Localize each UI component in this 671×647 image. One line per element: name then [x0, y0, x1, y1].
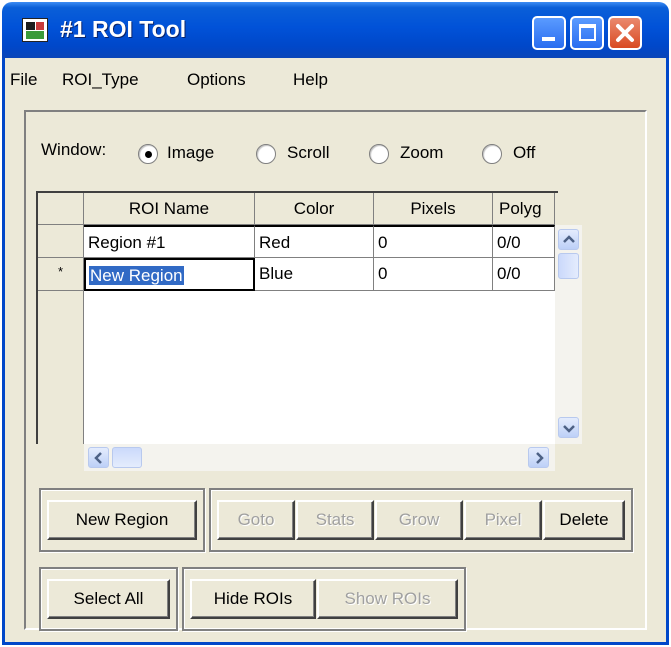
- row-header-2[interactable]: *: [38, 258, 84, 291]
- menu-file[interactable]: File: [10, 70, 37, 90]
- corner-header[interactable]: [38, 193, 84, 225]
- new-region-button[interactable]: New Region: [47, 500, 197, 540]
- scroll-right-button[interactable]: [528, 447, 549, 468]
- column-header-roi-name[interactable]: ROI Name: [84, 193, 255, 225]
- chevron-up-icon: [563, 235, 575, 243]
- vertical-scroll-thumb[interactable]: [558, 253, 579, 279]
- roi-tool-window: #1 ROI Tool File ROI_Type Options Help W…: [0, 0, 671, 647]
- menu-help[interactable]: Help: [293, 70, 328, 90]
- vertical-scrollbar[interactable]: [555, 225, 582, 444]
- radio-zoom[interactable]: [369, 144, 389, 164]
- minimize-icon: [542, 37, 555, 41]
- column-header-color[interactable]: Color: [255, 193, 374, 225]
- maximize-button[interactable]: [570, 16, 604, 50]
- cell-roi-name-editing[interactable]: New Region: [84, 258, 255, 291]
- menu-bar: File ROI_Type Options Help: [2, 58, 669, 100]
- radio-scroll[interactable]: [256, 144, 276, 164]
- window-title: #1 ROI Tool: [60, 16, 187, 42]
- close-button[interactable]: [608, 16, 642, 50]
- select-all-button[interactable]: Select All: [47, 579, 170, 619]
- hide-rois-button[interactable]: Hide ROIs: [190, 579, 316, 619]
- goto-button[interactable]: Goto: [217, 500, 295, 540]
- selected-text[interactable]: New Region: [89, 266, 184, 285]
- close-icon: [616, 24, 634, 42]
- scroll-down-button[interactable]: [558, 417, 579, 438]
- radio-off-label[interactable]: Off: [513, 143, 535, 163]
- cell-polygons[interactable]: 0/0: [493, 258, 555, 291]
- stats-button[interactable]: Stats: [296, 500, 374, 540]
- minimize-button[interactable]: [532, 16, 566, 50]
- column-header-pixels[interactable]: Pixels: [374, 193, 493, 225]
- pixel-button[interactable]: Pixel: [464, 500, 542, 540]
- cell-pixels[interactable]: 0: [374, 258, 493, 291]
- radio-off[interactable]: [482, 144, 502, 164]
- chevron-right-icon: [536, 452, 544, 464]
- cell-roi-name[interactable]: Region #1: [84, 225, 255, 258]
- app-icon[interactable]: [22, 18, 48, 42]
- radio-zoom-label[interactable]: Zoom: [400, 143, 443, 163]
- radio-scroll-label[interactable]: Scroll: [287, 143, 330, 163]
- radio-image[interactable]: [138, 144, 158, 164]
- scroll-left-button[interactable]: [88, 447, 109, 468]
- cell-color[interactable]: Blue: [255, 258, 374, 291]
- chevron-left-icon: [94, 452, 102, 464]
- maximize-icon: [579, 24, 596, 41]
- window-label: Window:: [41, 140, 107, 159]
- scroll-up-button[interactable]: [558, 229, 579, 250]
- horizontal-scroll-thumb[interactable]: [112, 447, 142, 468]
- title-bar[interactable]: #1 ROI Tool: [2, 2, 669, 58]
- delete-button[interactable]: Delete: [543, 500, 625, 540]
- column-header-polygons[interactable]: Polyg: [493, 193, 555, 225]
- grow-button[interactable]: Grow: [375, 500, 463, 540]
- horizontal-scrollbar[interactable]: [84, 444, 555, 471]
- cell-pixels[interactable]: 0: [374, 225, 493, 258]
- row-header-1[interactable]: [38, 225, 84, 258]
- cell-polygons[interactable]: 0/0: [493, 225, 555, 258]
- cell-color[interactable]: Red: [255, 225, 374, 258]
- radio-image-label[interactable]: Image: [167, 143, 214, 163]
- chevron-down-icon: [563, 425, 575, 433]
- show-rois-button[interactable]: Show ROIs: [317, 579, 458, 619]
- menu-roi-type[interactable]: ROI_Type: [62, 70, 139, 90]
- menu-options[interactable]: Options: [187, 70, 246, 90]
